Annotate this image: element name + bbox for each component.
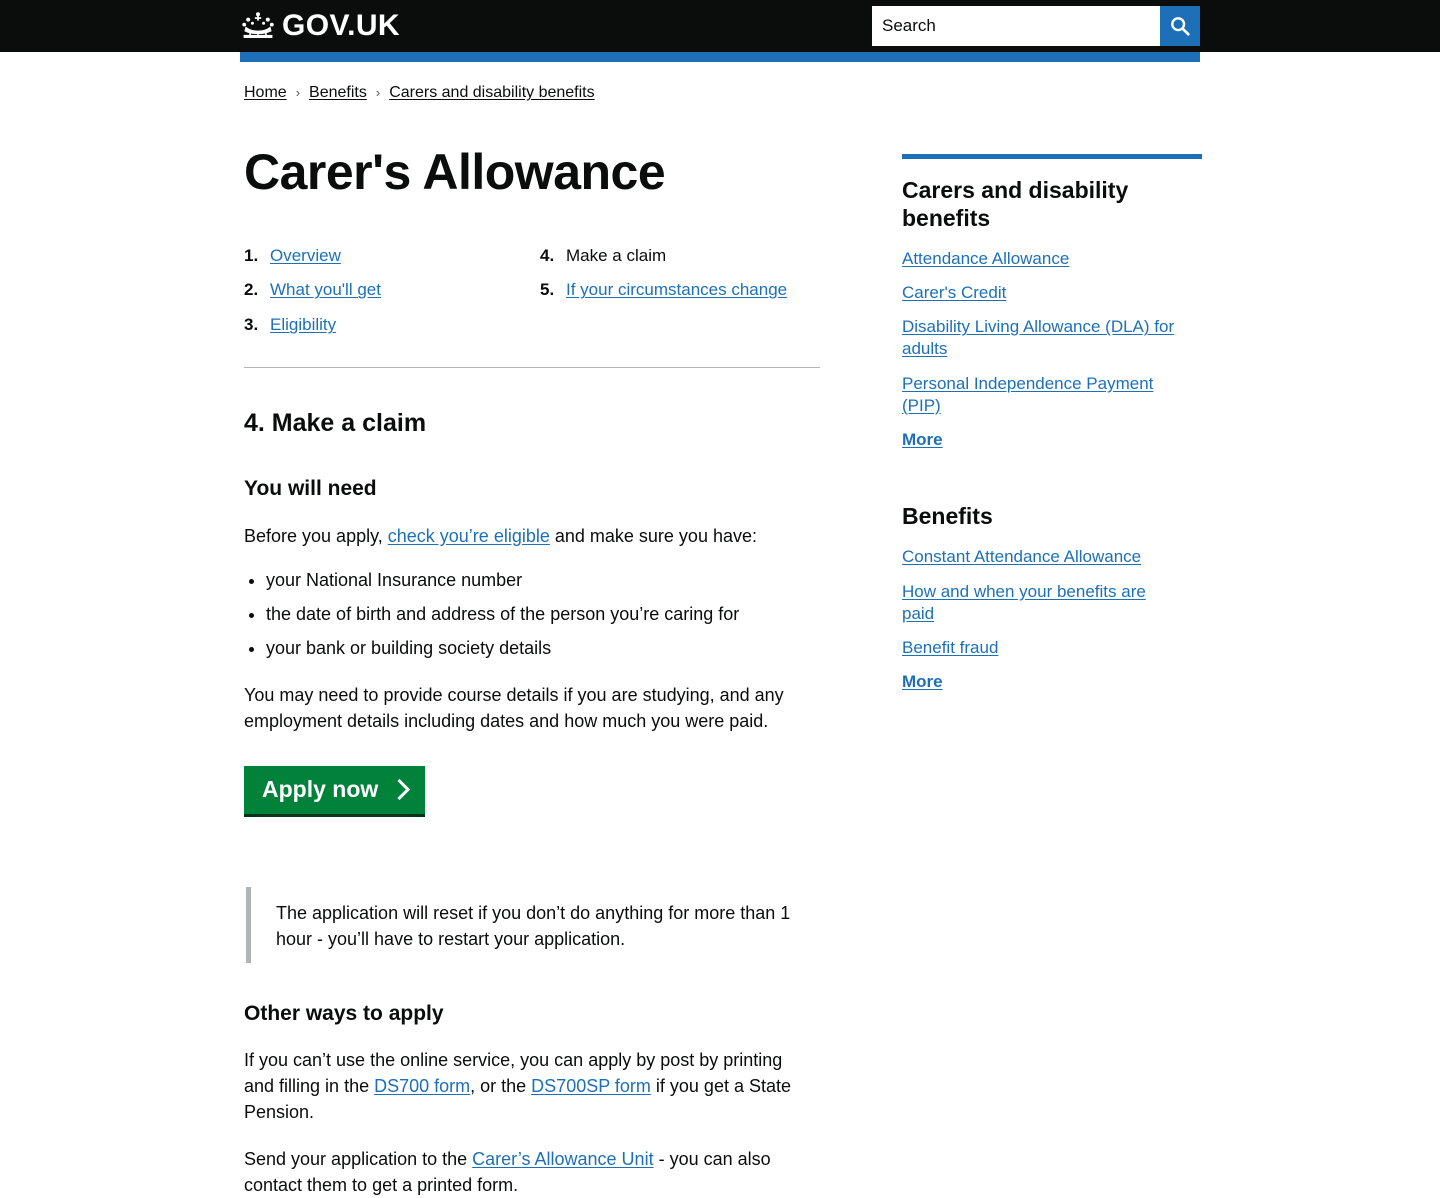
- intro-text-after: and make sure you have:: [549, 525, 757, 546]
- part-nav-item: 3. Eligibility: [244, 314, 540, 337]
- ds700sp-form-link[interactable]: DS700SP form: [531, 1076, 651, 1096]
- other-ways-text-2: , or the: [470, 1075, 532, 1096]
- list-item: More: [902, 429, 1200, 451]
- requirements-list: your National Insurance number the date …: [244, 567, 836, 661]
- apply-now-button[interactable]: Apply now: [244, 766, 426, 815]
- sidebar-link-carers-credit[interactable]: Carer's Credit: [902, 282, 1006, 304]
- crown-icon: [240, 10, 276, 42]
- list-item: your National Insurance number: [266, 567, 836, 593]
- section-heading-make-a-claim: 4. Make a claim: [244, 409, 427, 438]
- part-nav-number: 3.: [244, 315, 259, 335]
- sidebar-link-how-and-when-benefits-are-paid[interactable]: How and when your benefits are paid: [902, 581, 1182, 625]
- breadcrumb-item-benefits[interactable]: Benefits: [309, 84, 367, 102]
- intro-text-before: Before you apply,: [244, 525, 388, 546]
- sidebar-link-more-carers[interactable]: More: [902, 429, 943, 451]
- breadcrumb-item-home[interactable]: Home: [244, 84, 287, 102]
- list-item: Benefit fraud: [902, 637, 1200, 659]
- sidebar-link-personal-independence-payment[interactable]: Personal Independence Payment (PIP): [902, 373, 1182, 417]
- list-item: Attendance Allowance: [902, 248, 1200, 270]
- breadcrumb-separator-icon: ›: [295, 84, 301, 100]
- main-content: Carer's Allowance 1. Overview 2. What yo…: [240, 146, 840, 1198]
- gov-uk-logo-text: GOV.UK: [282, 9, 400, 42]
- header-blue-band-row: [240, 52, 1200, 62]
- part-nav-number: 4.: [540, 245, 555, 265]
- page-title: Carer's Allowance: [244, 144, 666, 200]
- breadcrumb-item-carers-and-disability-benefits[interactable]: Carers and disability benefits: [389, 84, 594, 102]
- sidebar-list-benefits: Constant Attendance Allowance How and wh…: [902, 546, 1200, 692]
- sidebar-top-rule: [902, 154, 1202, 159]
- other-ways-text-4: Send your application to the: [244, 1149, 473, 1170]
- inset-text-session-timeout: The application will reset if you don’t …: [246, 887, 821, 963]
- list-item: Disability Living Allowance (DLA) for ad…: [902, 316, 1200, 360]
- part-nav-number: 5.: [540, 280, 555, 300]
- apply-now-label: Apply now: [262, 776, 379, 803]
- part-nav-item: 4. Make a claim: [540, 245, 836, 268]
- part-nav-number: 1.: [244, 245, 259, 265]
- part-nav-link-if-your-circumstances-change[interactable]: If your circumstances change: [566, 279, 787, 302]
- sidebar-link-attendance-allowance[interactable]: Attendance Allowance: [902, 248, 1069, 270]
- list-item: your bank or building society details: [266, 635, 836, 661]
- sidebar-link-disability-living-allowance[interactable]: Disability Living Allowance (DLA) for ad…: [902, 316, 1182, 360]
- list-item: Constant Attendance Allowance: [902, 546, 1200, 568]
- part-nav-number: 2.: [244, 280, 259, 300]
- search-button[interactable]: [1160, 6, 1200, 46]
- part-nav-current-make-a-claim: Make a claim: [566, 245, 667, 265]
- sidebar-list-carers-and-disability-benefits: Attendance Allowance Carer's Credit Disa…: [902, 248, 1200, 451]
- chevron-right-icon: [389, 779, 411, 801]
- part-nav-item: 2. What you'll get: [244, 279, 540, 302]
- part-nav-link-eligibility[interactable]: Eligibility: [270, 314, 336, 337]
- search-input[interactable]: [872, 6, 1160, 46]
- sidebar-link-constant-attendance-allowance[interactable]: Constant Attendance Allowance: [902, 546, 1141, 568]
- part-nav-link-overview[interactable]: Overview: [270, 245, 341, 268]
- other-ways-paragraph-2: Send your application to the Carer’s All…: [244, 1146, 814, 1198]
- gov-uk-logo-link[interactable]: GOV.UK: [240, 10, 400, 42]
- breadcrumb: Home › Benefits › Carers and disability …: [240, 62, 1200, 102]
- ds700-form-link[interactable]: DS700 form: [374, 1076, 470, 1096]
- part-nav-link-what-youll-get[interactable]: What you'll get: [270, 279, 381, 302]
- breadcrumb-separator-icon: ›: [375, 84, 381, 100]
- list-item: More: [902, 671, 1200, 693]
- intro-paragraph: Before you apply, check you’re eligible …: [244, 523, 814, 549]
- list-item: Carer's Credit: [902, 282, 1200, 304]
- part-navigation: 1. Overview 2. What you'll get 3. Eligib…: [244, 245, 840, 350]
- list-item: How and when your benefits are paid: [902, 581, 1200, 625]
- part-navigation-column-1: 1. Overview 2. What you'll get 3. Eligib…: [244, 245, 540, 350]
- part-navigation-column-2: 4. Make a claim 5. If your circumstances…: [540, 245, 836, 350]
- sidebar-link-benefit-fraud[interactable]: Benefit fraud: [902, 637, 998, 659]
- list-item: Personal Independence Payment (PIP): [902, 373, 1200, 417]
- gov-uk-header: GOV.UK: [0, 0, 1440, 52]
- search-icon: [1169, 15, 1191, 37]
- list-item: the date of birth and address of the per…: [266, 601, 836, 627]
- part-nav-item: 5. If your circumstances change: [540, 279, 836, 302]
- section-divider: [244, 367, 820, 369]
- sidebar-heading-carers-and-disability-benefits: Carers and disability benefits: [902, 177, 1129, 231]
- header-blue-band: [240, 52, 1200, 62]
- sidebar-heading-benefits: Benefits: [902, 502, 993, 529]
- subheading-other-ways-to-apply: Other ways to apply: [244, 1001, 444, 1025]
- carers-allowance-unit-link[interactable]: Carer’s Allowance Unit: [472, 1149, 653, 1169]
- additional-details-paragraph: You may need to provide course details i…: [244, 684, 784, 731]
- related-links-sidebar: Carers and disability benefits Attendanc…: [840, 146, 1202, 705]
- other-ways-paragraph-1: If you can’t use the online service, you…: [244, 1047, 814, 1125]
- part-nav-item: 1. Overview: [244, 245, 540, 268]
- check-youre-eligible-link[interactable]: check you’re eligible: [388, 526, 550, 546]
- site-search: [872, 6, 1200, 46]
- subheading-you-will-need: You will need: [244, 477, 377, 501]
- sidebar-link-more-benefits[interactable]: More: [902, 671, 943, 693]
